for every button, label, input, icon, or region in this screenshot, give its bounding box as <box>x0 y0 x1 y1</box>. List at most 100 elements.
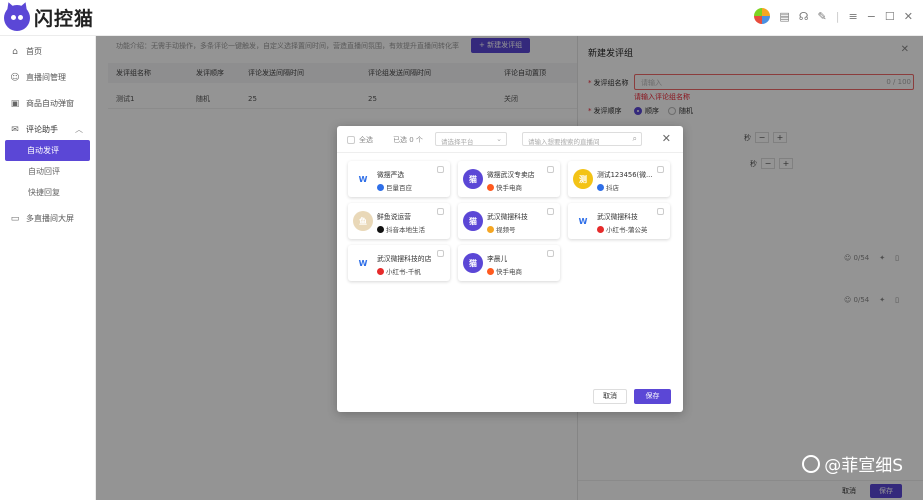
home-icon: ⌂ <box>12 46 18 57</box>
maximize-icon[interactable]: ☐ <box>885 10 895 23</box>
platform-label: 小红书-千帆 <box>386 268 421 276</box>
app-logo: 闪控猫 <box>4 4 94 31</box>
room-checkbox[interactable] <box>547 208 554 215</box>
separator: | <box>835 9 840 23</box>
sidebar-item-label: 评论助手 <box>26 125 58 134</box>
live-room-card[interactable]: W 武汉微摆科技的店 小红书-千帆 <box>348 245 450 281</box>
sidebar-item-comment-assistant[interactable]: ✉ 评论助手 ︿ <box>0 119 95 140</box>
room-checkbox[interactable] <box>657 166 664 173</box>
room-checkbox[interactable] <box>547 166 554 173</box>
watermark-logo-icon <box>802 454 821 473</box>
room-platform: 快手电商 <box>487 266 522 276</box>
search-input[interactable]: 请输入想要搜索的直播间 ⌕ <box>522 132 642 146</box>
sidebar-item-multi-screen[interactable]: ▭ 多直播间大屏 <box>0 208 95 229</box>
sidebar-subitem-auto-comment[interactable]: 自动发评 <box>5 140 90 161</box>
room-platform: 抖店 <box>597 182 619 192</box>
room-checkbox[interactable] <box>437 208 444 215</box>
room-logo-icon: 测 <box>573 169 593 189</box>
menu-icon[interactable]: ≡ <box>848 10 857 23</box>
platform-label: 抖音本地生活 <box>386 226 425 234</box>
room-name: 微摆严选 <box>377 171 405 179</box>
room-checkbox[interactable] <box>437 250 444 257</box>
platform-icon <box>597 183 604 191</box>
sidebar-subitem-label: 自动回评 <box>28 167 60 176</box>
room-name: 武汉微摆科技 <box>597 213 638 221</box>
search-icon: ⌕ <box>632 134 637 143</box>
room-logo-icon: W <box>573 211 593 231</box>
room-platform: 巨量百应 <box>377 182 412 192</box>
save-button[interactable]: 保存 <box>634 389 671 404</box>
room-name: 鲜鱼说运营 <box>377 213 411 221</box>
room-checkbox[interactable] <box>657 208 664 215</box>
watermark: @菲宣细S <box>802 451 903 476</box>
watermark-text: @菲宣细S <box>824 456 903 476</box>
sidebar-item-label: 直播间管理 <box>26 73 66 82</box>
room-checkbox[interactable] <box>437 166 444 173</box>
edit-icon[interactable]: ✎ <box>818 10 827 23</box>
screen-icon: ▭ <box>10 213 20 224</box>
room-platform: 小红书-千帆 <box>377 266 421 276</box>
select-all-checkbox[interactable]: 全选 <box>347 135 373 145</box>
user-icon: ☺ <box>10 72 20 83</box>
platform-icon <box>377 183 384 191</box>
room-name: 微摆武汉专卖店 <box>487 171 535 179</box>
sidebar-subitem-auto-reply[interactable]: 自动回评 <box>0 161 95 182</box>
app-name: 闪控猫 <box>34 8 95 30</box>
platform-icon <box>487 225 494 233</box>
live-room-card[interactable]: 测测试123456(微... 抖店 <box>568 161 670 197</box>
sidebar-item-product-popup[interactable]: ▣ 商品自动弹窗 <box>0 93 95 114</box>
live-room-card[interactable]: 猫李晨儿 快手电商 <box>458 245 560 281</box>
platform-icon <box>487 183 494 191</box>
live-room-card[interactable]: 猫武汉微摆科技 视频号 <box>458 203 560 239</box>
close-icon[interactable]: ✕ <box>662 132 671 145</box>
sidebar-subitem-label: 快捷回复 <box>28 188 60 197</box>
sidebar-item-home[interactable]: ⌂ 首页 <box>0 41 95 62</box>
bag-icon: ▣ <box>10 98 20 109</box>
room-logo-icon: W <box>353 253 373 273</box>
platform-label: 巨量百应 <box>386 184 412 192</box>
platform-icon <box>377 267 384 275</box>
platform-icon <box>377 225 384 233</box>
platform-label: 快手电商 <box>496 268 522 276</box>
room-logo-icon: 猫 <box>463 169 483 189</box>
selected-count: 已选 0 个 <box>393 136 423 144</box>
sidebar-subitem-label: 自动发评 <box>27 146 59 155</box>
clipboard-icon[interactable]: ▤ <box>779 10 789 23</box>
cat-logo-icon <box>4 4 30 31</box>
cancel-button[interactable]: 取消 <box>593 389 627 404</box>
sidebar-item-label: 多直播间大屏 <box>26 214 74 223</box>
room-logo-icon: 鱼 <box>353 211 373 231</box>
room-platform: 快手电商 <box>487 182 522 192</box>
room-logo-icon: 猫 <box>463 211 483 231</box>
platform-label: 视频号 <box>496 226 516 234</box>
room-name: 武汉微摆科技的店 <box>377 255 432 263</box>
sidebar-item-live-room[interactable]: ☺ 直播间管理 <box>0 67 95 88</box>
divider <box>337 152 683 153</box>
avatar[interactable] <box>754 8 771 24</box>
room-platform: 小红书-蒲公英 <box>597 224 647 234</box>
room-logo-icon: W <box>353 169 373 189</box>
chat-icon: ✉ <box>11 124 19 135</box>
platform-label: 小红书-蒲公英 <box>606 226 648 234</box>
live-room-card[interactable]: 猫微摆武汉专卖店 快手电商 <box>458 161 560 197</box>
sidebar-item-label: 首页 <box>26 47 42 56</box>
platform-icon <box>487 267 494 275</box>
top-bar: 闪控猫 ▤ ☊ ✎ | ≡ − ☐ ✕ <box>0 0 923 36</box>
select-live-room-modal: 全选 已选 0 个 请选择平台 ⌄ 请输入想要搜索的直播间 ⌕ ✕ W 微摆严选巨量百… <box>337 126 683 412</box>
room-platform: 抖音本地生活 <box>377 224 425 234</box>
live-room-card[interactable]: 鱼鲜鱼说运营抖音本地生活 <box>348 203 450 239</box>
headset-icon[interactable]: ☊ <box>799 10 809 23</box>
sidebar-subitem-quick-reply[interactable]: 快捷回复 <box>0 182 95 203</box>
platform-label: 快手电商 <box>496 184 522 192</box>
platform-icon <box>597 225 604 233</box>
live-room-card[interactable]: W 微摆严选巨量百应 <box>348 161 450 197</box>
minimize-icon[interactable]: − <box>867 10 876 23</box>
sidebar: ⌂ 首页 ☺ 直播间管理 ▣ 商品自动弹窗 ✉ 评论助手 ︿ 自动发评 自动回评… <box>0 36 96 500</box>
live-room-card[interactable]: W 武汉微摆科技小红书-蒲公英 <box>568 203 670 239</box>
chevron-up-icon: ︿ <box>75 125 83 134</box>
platform-select[interactable]: 请选择平台 ⌄ <box>435 132 507 146</box>
room-checkbox[interactable] <box>547 250 554 257</box>
room-logo-icon: 猫 <box>463 253 483 273</box>
close-icon[interactable]: ✕ <box>904 10 913 23</box>
sidebar-item-label: 商品自动弹窗 <box>26 99 74 108</box>
